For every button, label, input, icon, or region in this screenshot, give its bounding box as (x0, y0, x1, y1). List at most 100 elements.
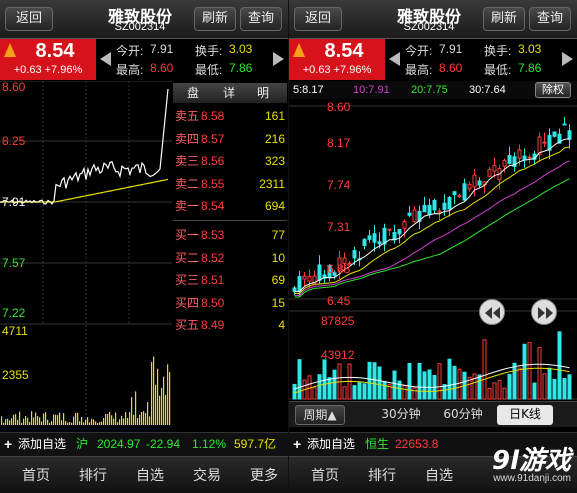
moving-average-bar: 5:8.17 10:7.91 20:7.75 30:7.64 除权 (289, 81, 577, 99)
candle-body (407, 212, 412, 216)
tab-home[interactable]: 首页 (311, 465, 339, 485)
candle-body (502, 160, 507, 167)
volume-bar (29, 421, 31, 425)
tab-ranking[interactable]: 排行 (368, 465, 396, 485)
fast-forward-icon[interactable] (531, 299, 557, 325)
bottom-tab-bar: 首页 排行 自选 交易 更多 (0, 456, 288, 493)
candle-body (432, 200, 437, 211)
query-button[interactable]: 查询 (529, 7, 571, 31)
volume-bar (397, 380, 402, 400)
next-stock-icon[interactable] (273, 52, 284, 66)
volume-bar (63, 413, 65, 425)
volume-bar (377, 366, 382, 400)
level-volume: 2311 (259, 176, 285, 191)
volume-bar (532, 382, 537, 400)
period-daily[interactable]: 日K线 (497, 405, 553, 425)
tab-home[interactable]: 首页 (22, 465, 50, 485)
refresh-button[interactable]: 刷新 (194, 7, 236, 31)
plus-icon[interactable]: + (293, 433, 301, 455)
level-price: 8.49 (201, 318, 225, 333)
level-price: 8.51 (201, 273, 225, 288)
volume-bar (73, 416, 75, 425)
volume-bar (292, 383, 297, 400)
k-y-label-2: 8.17 (327, 136, 351, 150)
prev-stock-icon[interactable] (389, 52, 400, 66)
stock-code: SZ002314 (114, 21, 166, 33)
back-button[interactable]: 返回 (294, 7, 342, 31)
volume-bar (487, 388, 492, 400)
tab-watchlist[interactable]: 自选 (425, 465, 453, 485)
volume-bar (165, 394, 167, 425)
volume-bar (53, 414, 55, 425)
logo-text: 9l游戏 (491, 446, 571, 476)
tab-ranking[interactable]: 排行 (79, 465, 107, 485)
volume-bar (407, 363, 412, 400)
volume-bar (452, 365, 457, 400)
tab-trade[interactable]: 交易 (193, 465, 221, 485)
candle-body (457, 195, 462, 198)
plus-icon[interactable]: + (4, 433, 12, 455)
volume-bar (7, 418, 9, 425)
volume-bar (145, 413, 147, 425)
next-stock-icon[interactable] (562, 52, 573, 66)
prev-stock-icon[interactable] (100, 52, 111, 66)
high-value: 8.60 (439, 61, 463, 75)
period-menu-button[interactable]: 周期▲ (295, 405, 345, 425)
price-box: 8.54 +0.63 +7.96% (289, 39, 385, 80)
tab-ming[interactable]: 明 (257, 84, 269, 101)
volume-bar (3, 422, 5, 425)
tab-pan[interactable]: 盘 (187, 84, 199, 101)
volume-bar (67, 422, 69, 425)
period-30min[interactable]: 30分钟 (373, 405, 429, 425)
tab-more[interactable]: 更多 (250, 465, 278, 485)
volume-bar (101, 421, 103, 425)
volume-bar (143, 411, 145, 425)
volume-bar (137, 418, 139, 425)
volume-bar (81, 417, 83, 425)
add-watchlist-label[interactable]: 添加自选 (18, 433, 66, 455)
price-change: +0.63 +7.96% (13, 64, 83, 76)
kline-chart[interactable]: 8.60 8.17 7.74 7.31 6.88 6.45 87825 4391… (289, 99, 577, 401)
level-volume: 69 (271, 273, 285, 288)
volume-bar (567, 374, 572, 400)
ma30-line (294, 178, 570, 298)
volume-bar (147, 402, 149, 425)
volume-bar (169, 372, 171, 425)
candle-body (412, 209, 417, 222)
tab-xiang[interactable]: 详 (223, 84, 235, 101)
level-volume: 4 (278, 318, 285, 333)
volume-bar (552, 378, 557, 400)
candle-body (422, 205, 427, 213)
bid-row: 买四 8.50 15 (173, 292, 287, 314)
order-book-tabs[interactable]: 盘 详 明 (173, 83, 287, 103)
volume-bar (121, 415, 123, 425)
volume-bar (51, 421, 53, 425)
add-watchlist-label[interactable]: 添加自选 (307, 433, 355, 455)
header-bar: 返回 雅致股份 SZ002314 刷新 查询 (0, 0, 288, 39)
refresh-button[interactable]: 刷新 (483, 7, 525, 31)
k-y-label-6: 6.45 (327, 294, 351, 308)
level-label: 卖一 (175, 199, 200, 214)
index-ticker[interactable]: + 添加自选 沪 2024.97 -22.94 1.12% 597.7亿 (0, 432, 288, 456)
high-value: 8.60 (150, 61, 174, 75)
volume-bar (47, 419, 49, 425)
period-60min[interactable]: 60分钟 (435, 405, 491, 425)
rewind-icon[interactable] (479, 299, 505, 325)
ex-rights-button[interactable]: 除权 (535, 82, 571, 98)
quote-bar: 8.54 +0.63 +7.96% 今开: 7.91 换手: 3.03 最高: … (289, 39, 577, 81)
level-volume: 216 (264, 131, 285, 146)
ask-row: 卖二 8.55 2311 (173, 173, 287, 195)
volume-bar (457, 368, 462, 400)
back-button[interactable]: 返回 (5, 7, 53, 31)
candle-body (562, 123, 567, 126)
query-button[interactable]: 查询 (240, 7, 282, 31)
volume-bar (5, 419, 7, 425)
price-change: +0.63 +7.96% (302, 64, 372, 76)
volume-bar (25, 415, 27, 425)
tab-watchlist[interactable]: 自选 (136, 465, 164, 485)
volume-bar (412, 387, 417, 400)
level-label: 买三 (175, 273, 200, 288)
candle-body (452, 191, 457, 196)
volume-bar (149, 416, 151, 425)
volume-label-max: 4711 (2, 324, 28, 338)
